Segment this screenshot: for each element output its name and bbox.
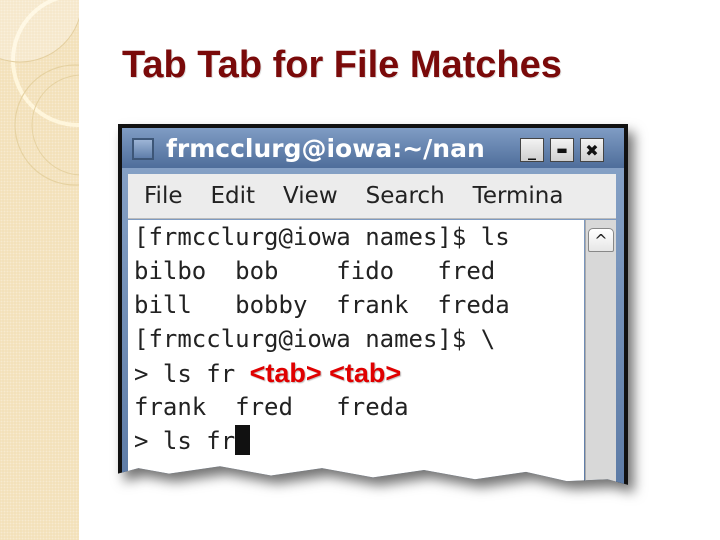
menu-bar: File Edit View Search Termina (128, 174, 616, 219)
window-menu-icon[interactable] (132, 138, 154, 160)
maximize-button[interactable]: ▬ (550, 138, 574, 162)
tab-annotation: <tab> <tab> (249, 358, 402, 388)
menu-edit[interactable]: Edit (195, 183, 256, 209)
terminal-line: > ls fr (128, 424, 584, 458)
terminal-line: bill bobby frank freda (134, 291, 510, 319)
menu-terminal[interactable]: Termina (457, 183, 564, 209)
slide-title: Tab Tab for File Matches (122, 44, 562, 86)
terminal-output[interactable]: [frmcclurg@iowa names]$ ls bilbo bob fid… (128, 220, 584, 485)
terminal-line: bilbo bob fido fred (134, 257, 496, 285)
terminal-line: [frmcclurg@iowa names]$ ls (134, 223, 510, 251)
scroll-up-button[interactable]: ^ (588, 228, 614, 252)
terminal-line: frank fred freda (134, 393, 409, 421)
terminal-line: [frmcclurg@iowa names]$ \ (134, 325, 496, 353)
close-button[interactable]: ✖ (580, 138, 604, 162)
window-title: frmcclurg@iowa:~/nan (166, 134, 485, 163)
terminal-line-text: > ls fr (134, 427, 236, 455)
terminal-line-text: > ls fr (134, 360, 250, 388)
text-cursor (235, 425, 251, 455)
terminal-window: frmcclurg@iowa:~/nan _ ▬ ✖ File Edit Vie… (118, 124, 628, 485)
terminal-screenshot: frmcclurg@iowa:~/nan _ ▬ ✖ File Edit Vie… (118, 124, 638, 506)
title-bar[interactable]: frmcclurg@iowa:~/nan _ ▬ ✖ (122, 128, 624, 168)
menu-search[interactable]: Search (350, 183, 445, 209)
decorative-circles-icon (0, 0, 79, 186)
menu-view[interactable]: View (267, 183, 338, 209)
decorative-side-strip (0, 0, 79, 540)
minimize-button[interactable]: _ (520, 138, 544, 162)
menu-file[interactable]: File (128, 183, 183, 209)
vertical-scrollbar[interactable]: ^ (585, 220, 616, 485)
terminal-line: > ls fr <tab> <tab> (128, 356, 584, 390)
window-frame: frmcclurg@iowa:~/nan _ ▬ ✖ File Edit Vie… (122, 128, 624, 485)
